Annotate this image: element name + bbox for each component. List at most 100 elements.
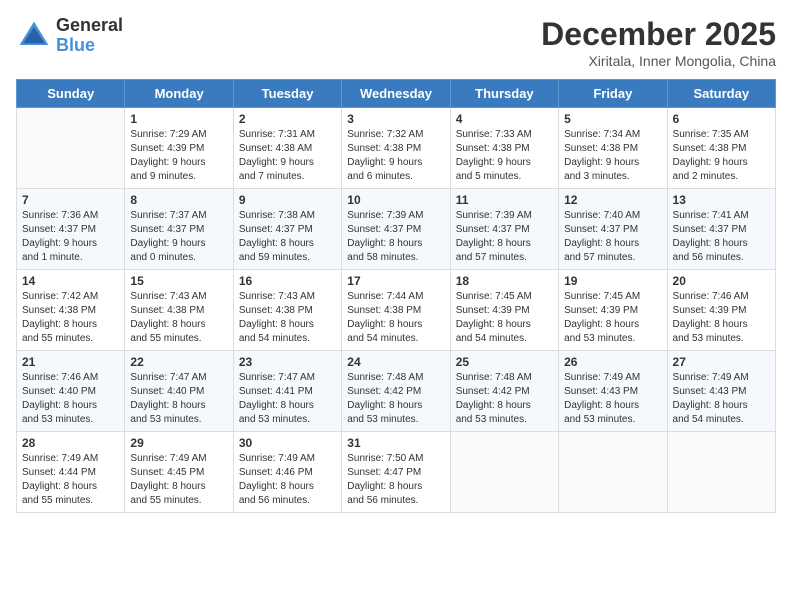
calendar-cell: 30Sunrise: 7:49 AM Sunset: 4:46 PM Dayli… bbox=[233, 432, 341, 513]
cell-info: Sunrise: 7:37 AM Sunset: 4:37 PM Dayligh… bbox=[130, 209, 227, 265]
cell-info: Sunrise: 7:32 AM Sunset: 4:38 PM Dayligh… bbox=[347, 128, 444, 184]
calendar-cell bbox=[17, 108, 125, 189]
cell-info: Sunrise: 7:38 AM Sunset: 4:37 PM Dayligh… bbox=[239, 209, 336, 265]
cell-info: Sunrise: 7:49 AM Sunset: 4:44 PM Dayligh… bbox=[22, 452, 119, 508]
calendar-cell: 14 Sunrise: 7:42 AM Sunset: 4:38 PM Dayli… bbox=[17, 270, 125, 351]
calendar-week-row: 14 Sunrise: 7:42 AM Sunset: 4:38 PM Dayli… bbox=[17, 270, 776, 351]
calendar-cell: 13 Sunrise: 7:41 AM Sunset: 4:37 PM Dayli… bbox=[667, 189, 775, 270]
day-number: 18 bbox=[456, 274, 553, 288]
calendar-cell: 18 Sunrise: 7:45 AM Sunset: 4:39 PM Dayli… bbox=[450, 270, 558, 351]
calendar-cell: 16Sunrise: 7:43 AM Sunset: 4:38 PM Dayli… bbox=[233, 270, 341, 351]
month-title: December 2025 bbox=[541, 16, 776, 53]
day-number: 17 bbox=[347, 274, 444, 288]
day-number: 9 bbox=[239, 193, 336, 207]
cell-info: Sunrise: 7:39 AM Sunset: 4:37 PM Dayligh… bbox=[347, 209, 444, 265]
day-number: 1 bbox=[130, 112, 227, 126]
day-number: 26 bbox=[564, 355, 661, 369]
day-number: 3 bbox=[347, 112, 444, 126]
calendar-week-row: 28 Sunrise: 7:49 AM Sunset: 4:44 PM Dayli… bbox=[17, 432, 776, 513]
cell-info: Sunrise: 7:35 AM Sunset: 4:38 PM Dayligh… bbox=[673, 128, 770, 184]
cell-info: Sunrise: 7:49 AM Sunset: 4:43 PM Dayligh… bbox=[564, 371, 661, 427]
calendar-cell: 15 Sunrise: 7:43 AM Sunset: 4:38 PM Dayli… bbox=[125, 270, 233, 351]
calendar-cell: 19 Sunrise: 7:45 AM Sunset: 4:39 PM Dayli… bbox=[559, 270, 667, 351]
logo-general: General bbox=[56, 16, 123, 36]
day-number: 25 bbox=[456, 355, 553, 369]
calendar-cell: 20Sunrise: 7:46 AM Sunset: 4:39 PM Dayli… bbox=[667, 270, 775, 351]
calendar-cell: 10Sunrise: 7:39 AM Sunset: 4:37 PM Dayli… bbox=[342, 189, 450, 270]
day-number: 11 bbox=[456, 193, 553, 207]
calendar-cell: 29 Sunrise: 7:49 AM Sunset: 4:45 PM Dayli… bbox=[125, 432, 233, 513]
day-header: Friday bbox=[559, 80, 667, 108]
day-header: Wednesday bbox=[342, 80, 450, 108]
cell-info: Sunrise: 7:47 AM Sunset: 4:40 PM Dayligh… bbox=[130, 371, 227, 427]
calendar-cell: 24 Sunrise: 7:48 AM Sunset: 4:42 PM Dayli… bbox=[342, 351, 450, 432]
day-number: 8 bbox=[130, 193, 227, 207]
calendar-cell: 21Sunrise: 7:46 AM Sunset: 4:40 PM Dayli… bbox=[17, 351, 125, 432]
cell-info: Sunrise: 7:33 AM Sunset: 4:38 PM Dayligh… bbox=[456, 128, 553, 184]
cell-info: Sunrise: 7:49 AM Sunset: 4:45 PM Dayligh… bbox=[130, 452, 227, 508]
logo: General Blue bbox=[16, 16, 123, 56]
calendar-cell: 25 Sunrise: 7:48 AM Sunset: 4:42 PM Dayli… bbox=[450, 351, 558, 432]
day-header: Sunday bbox=[17, 80, 125, 108]
calendar-cell: 1 Sunrise: 7:29 AM Sunset: 4:39 PM Daylig… bbox=[125, 108, 233, 189]
day-number: 5 bbox=[564, 112, 661, 126]
logo-icon bbox=[16, 18, 52, 54]
calendar-week-row: 1 Sunrise: 7:29 AM Sunset: 4:39 PM Daylig… bbox=[17, 108, 776, 189]
calendar-cell: 26 Sunrise: 7:49 AM Sunset: 4:43 PM Dayli… bbox=[559, 351, 667, 432]
day-number: 15 bbox=[130, 274, 227, 288]
cell-info: Sunrise: 7:45 AM Sunset: 4:39 PM Dayligh… bbox=[564, 290, 661, 346]
cell-info: Sunrise: 7:43 AM Sunset: 4:38 PM Dayligh… bbox=[130, 290, 227, 346]
day-number: 13 bbox=[673, 193, 770, 207]
day-number: 30 bbox=[239, 436, 336, 450]
cell-info: Sunrise: 7:41 AM Sunset: 4:37 PM Dayligh… bbox=[673, 209, 770, 265]
day-header: Monday bbox=[125, 80, 233, 108]
title-section: December 2025 Xiritala, Inner Mongolia, … bbox=[541, 16, 776, 69]
day-number: 7 bbox=[22, 193, 119, 207]
cell-info: Sunrise: 7:42 AM Sunset: 4:38 PM Dayligh… bbox=[22, 290, 119, 346]
location: Xiritala, Inner Mongolia, China bbox=[541, 53, 776, 69]
day-number: 4 bbox=[456, 112, 553, 126]
cell-info: Sunrise: 7:47 AM Sunset: 4:41 PM Dayligh… bbox=[239, 371, 336, 427]
cell-info: Sunrise: 7:45 AM Sunset: 4:39 PM Dayligh… bbox=[456, 290, 553, 346]
calendar-cell: 5 Sunrise: 7:34 AM Sunset: 4:38 PM Daylig… bbox=[559, 108, 667, 189]
day-header: Tuesday bbox=[233, 80, 341, 108]
day-header: Thursday bbox=[450, 80, 558, 108]
calendar-cell bbox=[667, 432, 775, 513]
day-number: 6 bbox=[673, 112, 770, 126]
day-number: 14 bbox=[22, 274, 119, 288]
calendar-cell: 22Sunrise: 7:47 AM Sunset: 4:40 PM Dayli… bbox=[125, 351, 233, 432]
cell-info: Sunrise: 7:48 AM Sunset: 4:42 PM Dayligh… bbox=[456, 371, 553, 427]
cell-info: Sunrise: 7:43 AM Sunset: 4:38 PM Dayligh… bbox=[239, 290, 336, 346]
day-number: 2 bbox=[239, 112, 336, 126]
cell-info: Sunrise: 7:44 AM Sunset: 4:38 PM Dayligh… bbox=[347, 290, 444, 346]
day-number: 19 bbox=[564, 274, 661, 288]
calendar-cell bbox=[559, 432, 667, 513]
day-number: 29 bbox=[130, 436, 227, 450]
logo-blue: Blue bbox=[56, 36, 123, 56]
cell-info: Sunrise: 7:31 AM Sunset: 4:38 AM Dayligh… bbox=[239, 128, 336, 184]
calendar-cell: 28 Sunrise: 7:49 AM Sunset: 4:44 PM Dayli… bbox=[17, 432, 125, 513]
day-number: 23 bbox=[239, 355, 336, 369]
calendar-cell: 12Sunrise: 7:40 AM Sunset: 4:37 PM Dayli… bbox=[559, 189, 667, 270]
cell-info: Sunrise: 7:46 AM Sunset: 4:39 PM Dayligh… bbox=[673, 290, 770, 346]
calendar: SundayMondayTuesdayWednesdayThursdayFrid… bbox=[16, 79, 776, 513]
day-number: 31 bbox=[347, 436, 444, 450]
calendar-cell: 8 Sunrise: 7:37 AM Sunset: 4:37 PM Daylig… bbox=[125, 189, 233, 270]
cell-info: Sunrise: 7:48 AM Sunset: 4:42 PM Dayligh… bbox=[347, 371, 444, 427]
day-number: 28 bbox=[22, 436, 119, 450]
day-header: Saturday bbox=[667, 80, 775, 108]
cell-info: Sunrise: 7:40 AM Sunset: 4:37 PM Dayligh… bbox=[564, 209, 661, 265]
cell-info: Sunrise: 7:36 AM Sunset: 4:37 PM Dayligh… bbox=[22, 209, 119, 265]
cell-info: Sunrise: 7:49 AM Sunset: 4:43 PM Dayligh… bbox=[673, 371, 770, 427]
calendar-cell: 31Sunrise: 7:50 AM Sunset: 4:47 PM Dayli… bbox=[342, 432, 450, 513]
day-number: 27 bbox=[673, 355, 770, 369]
page-header: General Blue December 2025 Xiritala, Inn… bbox=[16, 16, 776, 69]
day-number: 24 bbox=[347, 355, 444, 369]
calendar-header-row: SundayMondayTuesdayWednesdayThursdayFrid… bbox=[17, 80, 776, 108]
cell-info: Sunrise: 7:29 AM Sunset: 4:39 PM Dayligh… bbox=[130, 128, 227, 184]
calendar-cell: 2 Sunrise: 7:31 AM Sunset: 4:38 AM Daylig… bbox=[233, 108, 341, 189]
cell-info: Sunrise: 7:34 AM Sunset: 4:38 PM Dayligh… bbox=[564, 128, 661, 184]
calendar-cell bbox=[450, 432, 558, 513]
calendar-cell: 3 Sunrise: 7:32 AM Sunset: 4:38 PM Daylig… bbox=[342, 108, 450, 189]
calendar-cell: 4 Sunrise: 7:33 AM Sunset: 4:38 PM Daylig… bbox=[450, 108, 558, 189]
